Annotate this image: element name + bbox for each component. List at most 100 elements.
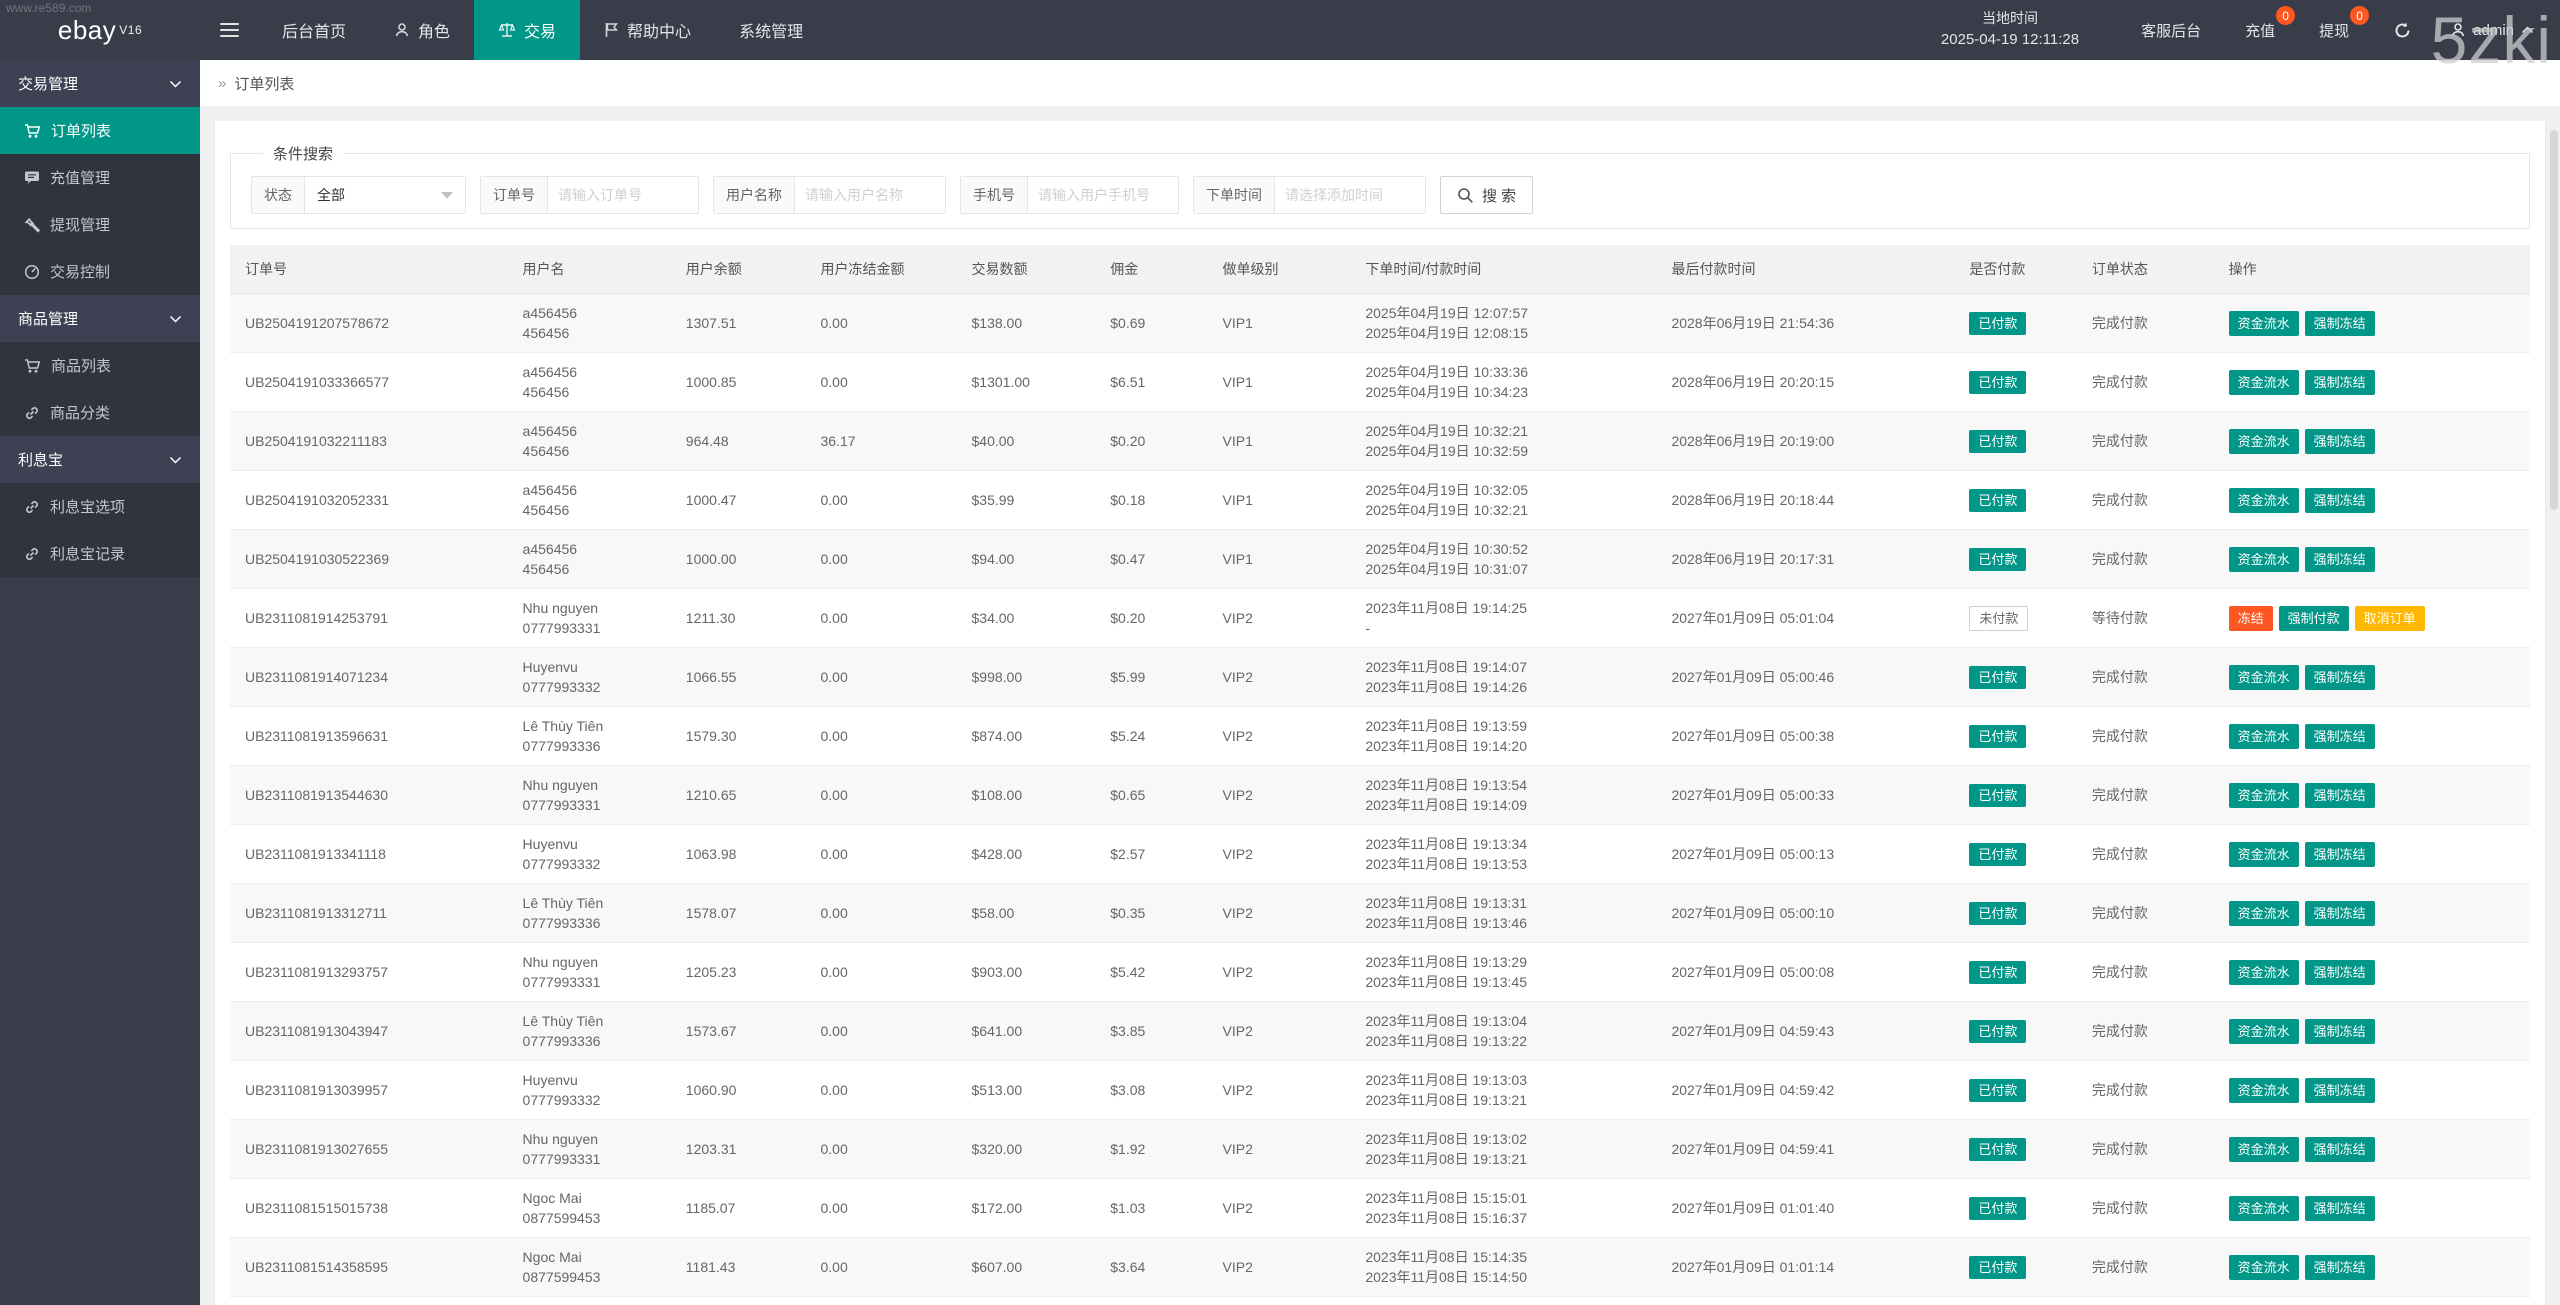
fund-flow-button[interactable]: 资金流水 bbox=[2229, 901, 2299, 926]
force-freeze-button[interactable]: 强制冻结 bbox=[2305, 901, 2375, 926]
search-button[interactable]: 搜 索 bbox=[1440, 176, 1533, 214]
nav-item-system[interactable]: 系统管理 bbox=[715, 0, 827, 60]
cell-trade-amount: $903.00 bbox=[957, 943, 1096, 1002]
sidebar-group-0[interactable]: 交易管理 bbox=[0, 60, 200, 107]
fund-flow-button[interactable]: 资金流水 bbox=[2229, 370, 2299, 395]
table-row: UB2504191207578672a4564564564561307.510.… bbox=[230, 294, 2530, 353]
force-freeze-button[interactable]: 强制冻结 bbox=[2305, 1137, 2375, 1162]
cell-order-id: UB2311081913293757 bbox=[230, 943, 508, 1002]
force-freeze-button[interactable]: 强制冻结 bbox=[2305, 370, 2375, 395]
fund-flow-button[interactable]: 资金流水 bbox=[2229, 1196, 2299, 1221]
table-row: UB2311081913293757Nhu nguyen077799333112… bbox=[230, 943, 2530, 1002]
vertical-scrollbar[interactable] bbox=[2550, 130, 2558, 510]
cell-last-pay-time: 2028年06月19日 20:19:00 bbox=[1656, 412, 1954, 471]
paid-badge: 已付款 bbox=[1969, 548, 2026, 571]
cell-level: VIP2 bbox=[1208, 766, 1351, 825]
force-freeze-button[interactable]: 强制冻结 bbox=[2305, 665, 2375, 690]
sidebar-item[interactable]: 商品列表 bbox=[0, 342, 200, 389]
cell-actions: 资金流水强制冻结 bbox=[2214, 766, 2530, 825]
fund-flow-button[interactable]: 资金流水 bbox=[2229, 1255, 2299, 1280]
cell-order-id: UB2311081913341118 bbox=[230, 825, 508, 884]
fund-flow-button[interactable]: 资金流水 bbox=[2229, 842, 2299, 867]
cell-order-id: UB2311081913043947 bbox=[230, 1002, 508, 1061]
fund-flow-button[interactable]: 资金流水 bbox=[2229, 783, 2299, 808]
sidebar-toggle-button[interactable] bbox=[200, 0, 258, 60]
breadcrumb-arrow-icon: » bbox=[218, 75, 226, 92]
sidebar-item[interactable]: 商品分类 bbox=[0, 389, 200, 436]
status-select[interactable]: 全部 bbox=[305, 177, 465, 213]
cell-level: VIP1 bbox=[1208, 412, 1351, 471]
fund-flow-button[interactable]: 资金流水 bbox=[2229, 1137, 2299, 1162]
sidebar-item[interactable]: 充值管理 bbox=[0, 154, 200, 201]
order-no-input[interactable] bbox=[548, 177, 698, 213]
top-navbar: ebay V16 后台首页 角色 交易 帮助中心 系统管理 当地时间 2025-… bbox=[0, 0, 2560, 60]
fund-flow-button[interactable]: 资金流水 bbox=[2229, 547, 2299, 572]
admin-menu[interactable]: admin bbox=[2434, 22, 2560, 39]
refresh-button[interactable] bbox=[2371, 0, 2434, 60]
cell-trade-amount: $428.00 bbox=[957, 825, 1096, 884]
recharge-link[interactable]: 充值 0 bbox=[2223, 0, 2297, 60]
force-freeze-button[interactable]: 强制冻结 bbox=[2305, 1078, 2375, 1103]
force-freeze-button[interactable]: 强制冻结 bbox=[2305, 1196, 2375, 1221]
cell-frozen-amount: 36.17 bbox=[805, 412, 956, 471]
force-freeze-button[interactable]: 强制冻结 bbox=[2305, 488, 2375, 513]
search-panel-title: 条件搜索 bbox=[263, 143, 343, 164]
nav-item-help[interactable]: 帮助中心 bbox=[580, 0, 715, 60]
sidebar-item[interactable]: 交易控制 bbox=[0, 248, 200, 295]
paid-badge: 已付款 bbox=[1969, 725, 2026, 748]
fund-flow-button[interactable]: 资金流水 bbox=[2229, 429, 2299, 454]
fund-flow-button[interactable]: 资金流水 bbox=[2229, 488, 2299, 513]
table-row: UB2311081914071234Huyenvu07779933321066.… bbox=[230, 648, 2530, 707]
cell-frozen-amount bbox=[805, 1297, 956, 1305]
cell-paid: 已付款 bbox=[1954, 294, 2076, 353]
phone-input[interactable] bbox=[1028, 177, 1178, 213]
refresh-icon bbox=[2393, 21, 2412, 40]
nav-item-roles[interactable]: 角色 bbox=[370, 0, 474, 60]
sidebar-item[interactable]: 订单列表 bbox=[0, 107, 200, 154]
order-time-input[interactable] bbox=[1275, 177, 1425, 213]
order-time-filter: 下单时间 bbox=[1193, 176, 1426, 214]
cell-order-id: UB2311081913027655 bbox=[230, 1120, 508, 1179]
paid-badge: 未付款 bbox=[1969, 606, 2028, 631]
cell-balance: 1000.85 bbox=[671, 353, 806, 412]
fund-flow-button[interactable]: 资金流水 bbox=[2229, 1019, 2299, 1044]
withdraw-link[interactable]: 提现 0 bbox=[2297, 0, 2371, 60]
fund-flow-button[interactable]: 资金流水 bbox=[2229, 1078, 2299, 1103]
cell-actions: 资金流水强制冻结 bbox=[2214, 1061, 2530, 1120]
freeze-button[interactable]: 冻结 bbox=[2229, 606, 2273, 631]
fund-flow-button[interactable]: 资金流水 bbox=[2229, 311, 2299, 336]
nav-item-trade[interactable]: 交易 bbox=[474, 0, 580, 60]
nav-item-dashboard[interactable]: 后台首页 bbox=[258, 0, 370, 60]
cell-order-pay-time: 2025年04月19日 10:32:052025年04月19日 10:32:21 bbox=[1350, 471, 1656, 530]
cell-user: Nhu nguyen0777993331 bbox=[508, 589, 671, 648]
force-freeze-button[interactable]: 强制冻结 bbox=[2305, 783, 2375, 808]
cell-order-id: UB2311081914253791 bbox=[230, 589, 508, 648]
cell-last-pay-time: 2028年06月19日 20:20:15 bbox=[1656, 353, 1954, 412]
table-row: UB2311081913043947Lê Thùy Tiên0777993336… bbox=[230, 1002, 2530, 1061]
sidebar-group-1[interactable]: 商品管理 bbox=[0, 295, 200, 342]
username-input[interactable] bbox=[795, 177, 945, 213]
force-freeze-button[interactable]: 强制冻结 bbox=[2305, 547, 2375, 572]
customer-service-link[interactable]: 客服后台 bbox=[2119, 0, 2223, 60]
sidebar-item[interactable]: 提现管理 bbox=[0, 201, 200, 248]
sidebar-group-2[interactable]: 利息宝 bbox=[0, 436, 200, 483]
force-freeze-button[interactable]: 强制冻结 bbox=[2305, 724, 2375, 749]
cell-balance: 1307.51 bbox=[671, 294, 806, 353]
cell-last-pay-time: 2027年01月09日 05:00:13 bbox=[1656, 825, 1954, 884]
cell-order-id: UB2311081514358595 bbox=[230, 1238, 508, 1297]
force-freeze-button[interactable]: 强制冻结 bbox=[2305, 960, 2375, 985]
cell-frozen-amount: 0.00 bbox=[805, 471, 956, 530]
force-pay-button[interactable]: 强制付款 bbox=[2279, 606, 2349, 631]
force-freeze-button[interactable]: 强制冻结 bbox=[2305, 311, 2375, 336]
cancel-order-button[interactable]: 取消订单 bbox=[2355, 606, 2425, 631]
sidebar-item[interactable]: 利息宝记录 bbox=[0, 530, 200, 577]
force-freeze-button[interactable]: 强制冻结 bbox=[2305, 842, 2375, 867]
force-freeze-button[interactable]: 强制冻结 bbox=[2305, 429, 2375, 454]
fund-flow-button[interactable]: 资金流水 bbox=[2229, 665, 2299, 690]
force-freeze-button[interactable]: 强制冻结 bbox=[2305, 1255, 2375, 1280]
fund-flow-button[interactable]: 资金流水 bbox=[2229, 960, 2299, 985]
force-freeze-button[interactable]: 强制冻结 bbox=[2305, 1019, 2375, 1044]
cell-last-pay-time: 2027年01月09日 04:59:43 bbox=[1656, 1002, 1954, 1061]
fund-flow-button[interactable]: 资金流水 bbox=[2229, 724, 2299, 749]
sidebar-item[interactable]: 利息宝选项 bbox=[0, 483, 200, 530]
